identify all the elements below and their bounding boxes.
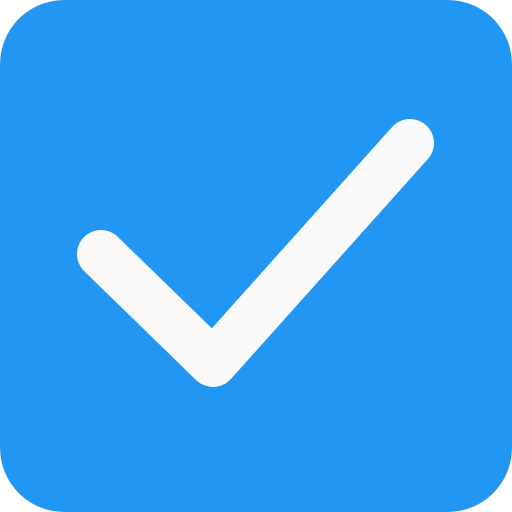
checkbox-graphic (0, 0, 512, 512)
checkbox-box (0, 0, 512, 512)
checkbox[interactable] (0, 0, 512, 512)
